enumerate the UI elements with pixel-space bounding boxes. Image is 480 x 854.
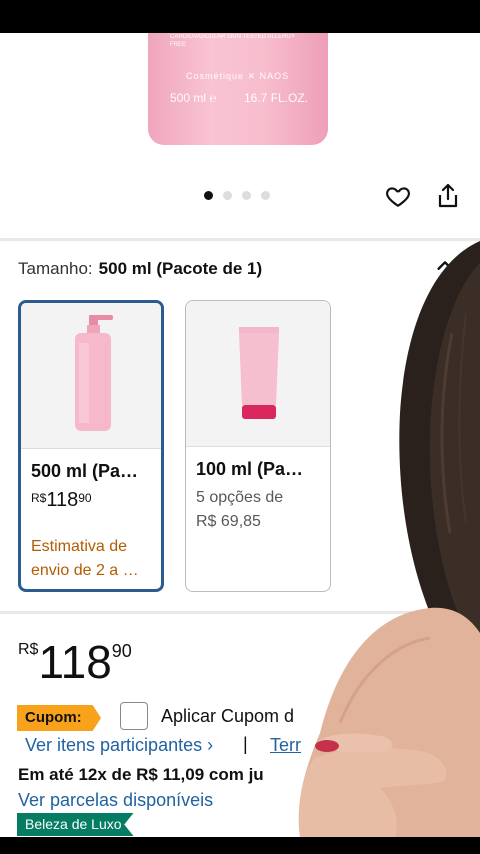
chevron-up-icon[interactable] bbox=[434, 255, 456, 277]
option-offers-price: R$ 69,85 bbox=[196, 513, 261, 530]
carousel-dot[interactable] bbox=[204, 191, 213, 200]
bottle-brand-line: Cosmétique ✕ NAOS bbox=[186, 71, 290, 81]
carousel-dot[interactable] bbox=[242, 191, 251, 200]
option-price: R$11890 bbox=[31, 489, 92, 511]
bottle-small-text: CARDIOVASCULAR SKIN TESTED ALLERGY FREE bbox=[170, 34, 296, 48]
see-installments-link[interactable]: Ver parcelas disponíveis bbox=[18, 790, 213, 811]
size-value: 500 ml (Pacote de 1) bbox=[98, 259, 263, 278]
carousel-dots bbox=[204, 191, 270, 200]
carousel-dot[interactable] bbox=[261, 191, 270, 200]
size-option-100ml[interactable]: 100 ml (Pa… 5 opções de R$ 69,85 bbox=[185, 300, 331, 592]
option-title: 100 ml (Pa… bbox=[196, 459, 304, 479]
price-currency: R$ bbox=[18, 641, 39, 658]
size-label: Tamanho: bbox=[18, 259, 93, 278]
option-thumbnail bbox=[21, 303, 161, 449]
product-bottle-image bbox=[148, 33, 328, 145]
apply-coupon-checkbox[interactable] bbox=[120, 702, 148, 730]
section-divider bbox=[0, 611, 480, 614]
link-separator: | bbox=[243, 734, 248, 754]
apply-coupon-label[interactable]: Aplicar Cupom d bbox=[161, 706, 294, 727]
option-offers: 5 opções de bbox=[196, 489, 284, 506]
installments-text: Em até 12x de R$ 11,09 com ju bbox=[18, 765, 264, 784]
status-bar bbox=[0, 0, 480, 33]
product-image-carousel[interactable]: CARDIOVASCULAR SKIN TESTED ALLERGY FREE … bbox=[0, 33, 480, 238]
see-participating-items-link[interactable]: Ver itens participantes › bbox=[25, 735, 213, 756]
luxury-beauty-badge: Beleza de Luxo bbox=[17, 813, 134, 836]
option-shipping-estimate: Estimativa de envio de 2 a … bbox=[31, 538, 139, 579]
share-icon[interactable] bbox=[436, 183, 460, 209]
price-decimal: 90 bbox=[111, 641, 132, 661]
terms-link[interactable]: Terr bbox=[270, 735, 301, 756]
tube-image bbox=[239, 327, 279, 419]
pump-bottle-image bbox=[75, 315, 113, 431]
size-option-500ml[interactable]: 500 ml (Pa… R$11890 Estimativa de envio … bbox=[18, 300, 164, 592]
section-divider bbox=[0, 238, 480, 241]
navigation-bar bbox=[0, 837, 480, 854]
price-integer: 118 bbox=[38, 636, 112, 688]
bottle-volume-oz: 16.7 FL.OZ. bbox=[244, 91, 309, 105]
option-thumbnail bbox=[186, 301, 330, 447]
product-price: R$11890 bbox=[18, 635, 132, 689]
heart-icon[interactable] bbox=[385, 183, 411, 209]
product-page: CARDIOVASCULAR SKIN TESTED ALLERGY FREE … bbox=[0, 33, 480, 837]
bottle-volume: 500 ml ℮ bbox=[170, 91, 217, 105]
coupon-badge: Cupom: bbox=[17, 705, 101, 731]
carousel-dot[interactable] bbox=[223, 191, 232, 200]
size-selector-header[interactable]: Tamanho: 500 ml (Pacote de 1) bbox=[18, 259, 262, 279]
option-title: 500 ml (Pa… bbox=[31, 461, 139, 481]
